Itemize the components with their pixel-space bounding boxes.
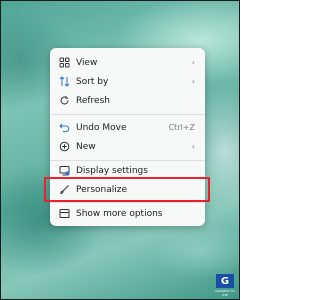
menu-item-new[interactable]: New ›: [54, 138, 201, 155]
menu-item-label: Refresh: [76, 95, 110, 106]
shortcut-text: Ctrl+Z: [168, 123, 195, 132]
menu-separator: [50, 160, 205, 161]
menu-item-label: New: [76, 141, 96, 152]
menu-item-refresh[interactable]: Refresh: [54, 92, 201, 109]
menu-item-show-more-options[interactable]: Show more options: [54, 205, 201, 222]
menu-item-label: Sort by: [76, 76, 109, 87]
watermark-text: GADGETS TO USE: [215, 289, 235, 297]
sort-icon: [58, 76, 70, 88]
menu-item-undo-move[interactable]: Undo Move Ctrl+Z: [54, 119, 201, 136]
menu-item-label: Show more options: [76, 208, 163, 219]
grid-icon: [58, 57, 70, 69]
highlight-box: [44, 177, 210, 202]
watermark-letter: G: [216, 274, 234, 288]
menu-item-label: Undo Move: [76, 122, 127, 133]
new-icon: [58, 141, 70, 153]
menu-item-sort-by[interactable]: Sort by ›: [54, 73, 201, 90]
menu-separator: [50, 114, 205, 115]
chevron-right-icon: ›: [191, 58, 195, 67]
menu-separator: [50, 202, 205, 203]
display-icon: [58, 165, 70, 177]
undo-icon: [58, 122, 70, 134]
refresh-icon: [58, 95, 70, 107]
chevron-right-icon: ›: [191, 142, 195, 151]
watermark-logo: G GADGETS TO USE: [213, 273, 237, 297]
menu-item-label: View: [76, 57, 98, 68]
menu-item-label: Display settings: [76, 165, 148, 176]
menu-item-view[interactable]: View ›: [54, 54, 201, 71]
more-options-icon: [58, 208, 70, 220]
chevron-right-icon: ›: [191, 77, 195, 86]
